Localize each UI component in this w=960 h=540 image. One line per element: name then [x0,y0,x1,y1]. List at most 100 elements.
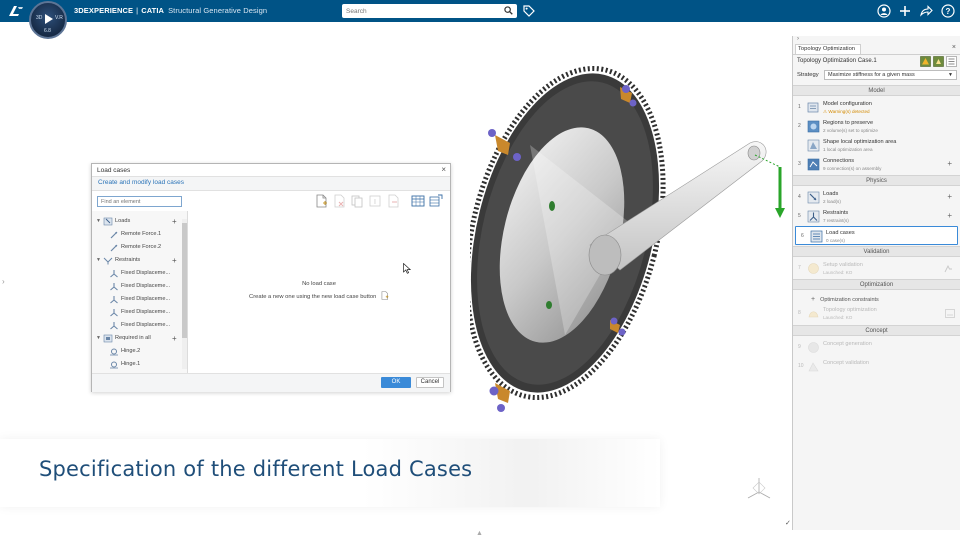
tree-node-loads[interactable]: ▼ Loads + [96,215,177,227]
tree-node-required-in-all[interactable]: ▼ Required in all + [96,332,177,344]
tree-expander[interactable]: ▼ [96,335,103,341]
fixed-icon [110,321,118,329]
user-profile-icon[interactable] [877,4,891,18]
step-setup-validation[interactable]: 7 Setup validation Launched: KO [793,259,960,278]
step-concept-generation[interactable]: 9 Concept generation [793,338,960,357]
topology-settings-icon[interactable] [945,309,955,318]
step-title: Topology optimization [823,307,877,313]
step-connections[interactable]: 3 Connections 9 connection(s) on assembl… [793,155,960,174]
step-restraints[interactable]: 5 Restraints 7 restraint(s) + [793,207,960,226]
step-regions-to-preserve[interactable]: 2 Regions to preserve 2 volume(s) set to… [793,117,960,136]
bottom-panel-handle[interactable]: ▲ [476,530,483,537]
share-icon[interactable] [919,4,933,18]
panel-close-button[interactable]: × [952,44,956,51]
restraints-step-icon [807,210,820,223]
step-desc: 2 load(s) [823,199,841,204]
add-load-button[interactable]: + [172,217,177,226]
load-case-content-area: No load case Create a new one using the … [188,211,450,373]
dassault-logo[interactable] [7,3,25,19]
setup-validation-icon [808,263,819,274]
export-load-case-icon[interactable] [386,194,400,208]
step-loads[interactable]: 4 Loads 2 load(s) + [793,188,960,207]
section-model: Model [793,85,960,96]
tree-node-restraints[interactable]: ▼ Restraints + [96,254,177,266]
optimization-constraints-button[interactable]: + Optimization constraints [811,296,879,303]
tree-node-fixed-displacement[interactable]: Fixed Displaceme... [109,293,170,305]
case-list-icon[interactable] [946,56,957,67]
duplicate-load-case-icon[interactable] [350,194,364,208]
case-name: Topology Optimization Case.1 [797,58,877,64]
app-name-label: Structural Generative Design [168,6,268,15]
load-tree: ▼ Loads + Remote Force.1 Remote Force.2 … [92,211,188,373]
dialog-close-button[interactable]: × [441,165,446,174]
find-element-input[interactable] [97,196,182,207]
compass-widget[interactable]: 3D V.R 6.8 [29,1,67,39]
add-connection-button[interactable]: + [947,159,952,168]
case-warning-icon[interactable] [920,56,931,67]
step-load-cases[interactable]: 6 Load cases 0 case(s) [795,226,958,245]
tree-node-remote-force[interactable]: Remote Force.2 [109,241,161,253]
help-icon[interactable]: ? [941,4,955,18]
tree-label: Hinge.2 [121,348,141,354]
table-settings-icon[interactable] [429,194,443,208]
step-model-configuration[interactable]: 1 Model configuration ⚠ Warning(s) detec… [793,98,960,117]
tree-label: Remote Force.2 [121,244,162,250]
tree-label: Loads [115,218,131,224]
load-cases-icon [810,230,823,243]
search-box[interactable] [342,4,517,18]
tree-label: Required in all [115,335,151,341]
step-title: Loads [823,191,839,197]
axis-tripod-icon[interactable] [744,474,774,500]
scrollbar-thumb[interactable] [182,223,187,338]
add-load-step-button[interactable]: + [947,192,952,201]
case-run-icon[interactable] [933,56,944,67]
delete-load-case-icon[interactable] [332,194,346,208]
tree-node-hinge[interactable]: Hinge.2 [109,345,140,357]
rename-load-case-icon[interactable]: I [368,194,382,208]
panel-resize-handle[interactable]: ✓ [785,519,791,527]
tree-expander[interactable]: ▼ [96,218,103,224]
add-restraint-button[interactable]: + [172,256,177,265]
search-input[interactable] [346,5,496,17]
tree-node-fixed-displacement[interactable]: Fixed Displaceme... [109,267,170,279]
table-view-icon[interactable] [411,194,425,208]
add-icon[interactable] [898,4,912,18]
tree-node-remote-force[interactable]: Remote Force.1 [109,228,161,240]
step-concept-validation[interactable]: 10 Concept validation [793,357,960,376]
chainring-crank-model[interactable] [470,65,800,425]
tree-label: Fixed Displaceme... [121,309,171,315]
search-icon[interactable] [504,6,513,15]
compass-3d-label[interactable]: 3D [36,15,42,21]
step-shape-local-optimization-area[interactable]: Shape local optimization area 1 local op… [793,136,960,155]
new-load-case-icon[interactable] [314,194,328,208]
add-restraint-step-button[interactable]: + [947,211,952,220]
fixed-icon [110,282,118,290]
strategy-dropdown[interactable]: Maximize stiffness for a given mass ▼ [824,70,957,80]
tree-node-hinge[interactable]: Hinge.1 [109,358,140,370]
tree-node-fixed-displacement[interactable]: Fixed Displaceme... [109,319,170,331]
play-icon[interactable] [45,14,53,24]
step-topology-optimization[interactable]: 8 Topology optimization Launched: KO [793,304,960,323]
chevron-down-icon[interactable]: ▼ [948,71,953,79]
optimization-constraints-label: Optimization constraints [820,297,879,303]
tree-label: Fixed Displaceme... [121,296,171,302]
left-panel-handle[interactable]: › [2,277,5,286]
tree-node-fixed-displacement[interactable]: Fixed Displaceme... [109,306,170,318]
panel-collapse-button[interactable]: › [797,36,799,42]
add-required-button[interactable]: + [172,334,177,343]
cancel-button[interactable]: Cancel [416,377,444,388]
tree-label: Remote Force.1 [121,231,162,237]
tree-scrollbar[interactable] [182,219,187,369]
tree-expander[interactable]: ▼ [96,257,103,263]
loads-icon [103,217,113,225]
compass-vr-label[interactable]: V.R [55,15,63,21]
ok-button[interactable]: OK [381,377,411,388]
connections-icon [807,158,820,171]
step-title: Regions to preserve [823,120,874,126]
step-number: 3 [798,161,801,167]
tag-icon[interactable] [522,4,536,18]
run-validation-icon[interactable] [944,264,953,273]
svg-text:I: I [374,199,376,206]
tree-node-fixed-displacement[interactable]: Fixed Displaceme... [109,280,170,292]
panel-tab[interactable]: Topology Optimization [795,44,861,54]
